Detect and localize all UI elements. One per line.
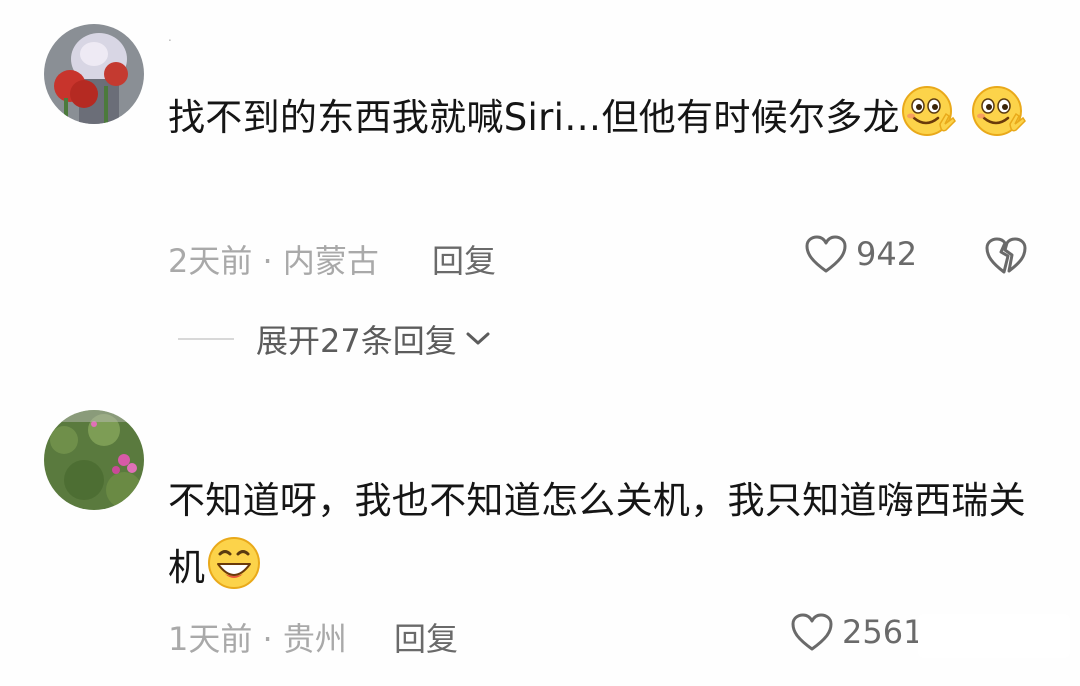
username[interactable]: .	[168, 30, 172, 44]
chevron-down-icon	[466, 332, 490, 345]
wink-smile-emoji-icon	[900, 84, 958, 142]
watermark-overlay	[918, 614, 1070, 658]
wink-smile-emoji-icon	[970, 84, 1028, 142]
comment-text-content: 找不到的东西我就喊Siri…但他有时候尔多龙	[168, 96, 900, 139]
heart-icon	[791, 613, 833, 651]
avatar[interactable]	[44, 410, 144, 510]
divider-line	[178, 338, 234, 340]
avatar[interactable]	[44, 24, 144, 124]
heart-icon	[805, 235, 847, 273]
reply-button[interactable]: 回复	[394, 614, 458, 660]
comment-text: 找不到的东西我就喊Siri…但他有时候尔多龙	[168, 84, 1038, 151]
comment-text-content: 不知道呀，我也不知道怎么关机，我只知道嗨西瑞关机	[168, 479, 1026, 589]
grin-emoji-icon	[205, 534, 263, 592]
dislike-button[interactable]	[984, 236, 1028, 280]
like-count: 942	[856, 235, 918, 273]
like-button[interactable]: 942	[804, 234, 917, 274]
broken-heart-icon	[985, 237, 1027, 274]
like-button[interactable]: 2561	[790, 612, 923, 652]
reply-button[interactable]: 回复	[432, 236, 496, 282]
like-count: 2561	[842, 613, 924, 651]
expand-replies-button[interactable]: 展开27条回复	[178, 316, 491, 362]
comment-text: 不知道呀，我也不知道怎么关机，我只知道嗨西瑞关机	[168, 468, 1038, 601]
time-location: 1天前 · 贵州	[168, 620, 347, 658]
expand-replies-label: 展开27条回复	[256, 322, 457, 360]
time-location: 2天前 · 内蒙古	[168, 242, 379, 280]
